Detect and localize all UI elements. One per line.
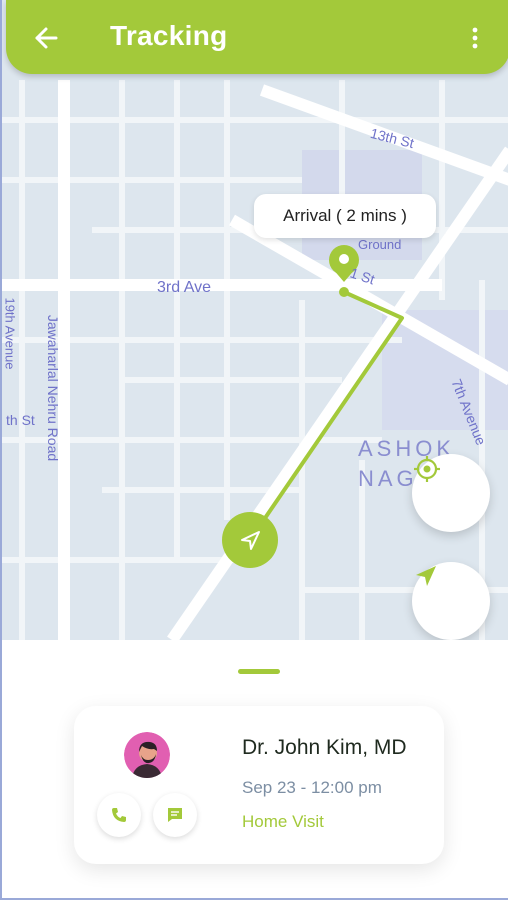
call-button[interactable] bbox=[97, 793, 141, 837]
back-button[interactable] bbox=[28, 20, 64, 56]
avatar bbox=[124, 732, 170, 778]
street-label-3rd-ave: 3rd Ave bbox=[157, 279, 211, 296]
more-vertical-icon bbox=[472, 27, 478, 49]
screen: 13th St Ground 1 St 3rd Ave 19th Avenue … bbox=[0, 0, 508, 900]
arrow-left-icon bbox=[35, 27, 58, 49]
street-label-19th-avenue: 19th Avenue bbox=[2, 297, 18, 370]
locate-me-button[interactable] bbox=[412, 454, 490, 532]
area-label-nag: NAG bbox=[358, 466, 418, 491]
navigate-button[interactable] bbox=[412, 562, 490, 640]
doctor-name: Dr. John Kim, MD bbox=[242, 736, 407, 759]
appointment-card[interactable]: Dr. John Kim, MD Sep 23 - 12:00 pm Home … bbox=[74, 706, 444, 864]
message-button[interactable] bbox=[153, 793, 197, 837]
current-location-marker bbox=[222, 512, 278, 568]
route-end-dot bbox=[339, 287, 349, 297]
app-bar: Tracking bbox=[6, 0, 508, 74]
map-view[interactable]: 13th St Ground 1 St 3rd Ave 19th Avenue … bbox=[2, 0, 508, 640]
phone-icon bbox=[112, 808, 126, 822]
bottom-sheet: Dr. John Kim, MD Sep 23 - 12:00 pm Home … bbox=[2, 640, 508, 898]
map-roads bbox=[2, 80, 508, 640]
navigation-arrow-icon bbox=[416, 566, 436, 586]
eta-bubble: Arrival ( 2 mins ) bbox=[254, 194, 436, 238]
street-label-th-st: th St bbox=[6, 412, 35, 428]
page-title: Tracking bbox=[110, 20, 228, 51]
more-options-button[interactable] bbox=[458, 20, 492, 56]
sheet-drag-handle[interactable] bbox=[238, 669, 280, 674]
appointment-datetime: Sep 23 - 12:00 pm bbox=[242, 778, 382, 797]
visit-type: Home Visit bbox=[242, 812, 324, 831]
street-label-ground: Ground bbox=[358, 237, 402, 252]
street-label-jawaharlal-nehru-road: Jawaharlal Nehru Road bbox=[45, 314, 62, 462]
crosshair-icon bbox=[414, 456, 440, 482]
message-icon bbox=[168, 808, 182, 822]
